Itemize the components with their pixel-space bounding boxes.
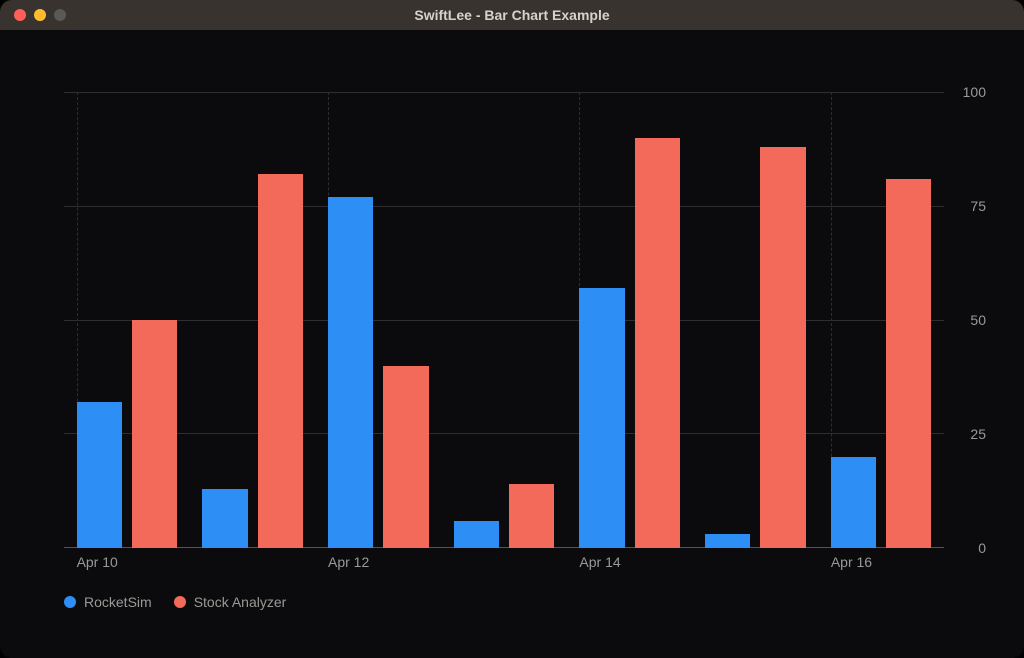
legend-item-stock-analyzer: Stock Analyzer: [174, 594, 287, 610]
bar-stock-analyzer: [509, 484, 554, 548]
x-tick-label: Apr 16: [831, 554, 872, 570]
bar-rocketsim: [705, 534, 750, 548]
legend-item-rocketsim: RocketSim: [64, 594, 152, 610]
bar-rocketsim: [202, 489, 247, 548]
bar-stock-analyzer: [132, 320, 177, 548]
x-axis: Apr 10 Apr 12 Apr 14 Apr 16: [64, 554, 944, 578]
bar-stock-analyzer: [383, 366, 428, 548]
bar-rocketsim: [77, 402, 122, 548]
app-window: SwiftLee - Bar Chart Example 0 25 50 75 100 …: [0, 0, 1024, 658]
bar-rocketsim: [328, 197, 373, 548]
traffic-lights: [14, 9, 66, 21]
x-tick-label: Apr 14: [579, 554, 620, 570]
legend-swatch-icon: [174, 596, 186, 608]
zoom-icon[interactable]: [54, 9, 66, 21]
bar-stock-analyzer: [258, 174, 303, 548]
close-icon[interactable]: [14, 9, 26, 21]
legend: RocketSim Stock Analyzer: [64, 594, 286, 610]
x-tick-label: Apr 12: [328, 554, 369, 570]
x-tick-label: Apr 10: [77, 554, 118, 570]
legend-swatch-icon: [64, 596, 76, 608]
content-area: 0 25 50 75 100 Apr 10 Apr 12 Apr 14 Apr 16 Rock…: [0, 30, 1024, 658]
y-tick-label: 0: [978, 540, 986, 556]
bar-rocketsim: [831, 457, 876, 548]
y-tick-label: 25: [970, 426, 986, 442]
minimize-icon[interactable]: [34, 9, 46, 21]
bar-rocketsim: [579, 288, 624, 548]
titlebar[interactable]: SwiftLee - Bar Chart Example: [0, 0, 1024, 30]
bars-layer: [64, 92, 944, 548]
bar-chart: 0 25 50 75 100 Apr 10 Apr 12 Apr 14 Apr 16 Rock…: [20, 48, 1004, 638]
y-tick-label: 50: [970, 312, 986, 328]
legend-label: Stock Analyzer: [194, 594, 287, 610]
bar-stock-analyzer: [886, 179, 931, 548]
legend-label: RocketSim: [84, 594, 152, 610]
window-title: SwiftLee - Bar Chart Example: [0, 7, 1024, 23]
y-tick-label: 100: [963, 84, 986, 100]
bar-rocketsim: [454, 521, 499, 548]
y-tick-label: 75: [970, 198, 986, 214]
bar-stock-analyzer: [760, 147, 805, 548]
bar-stock-analyzer: [635, 138, 680, 548]
